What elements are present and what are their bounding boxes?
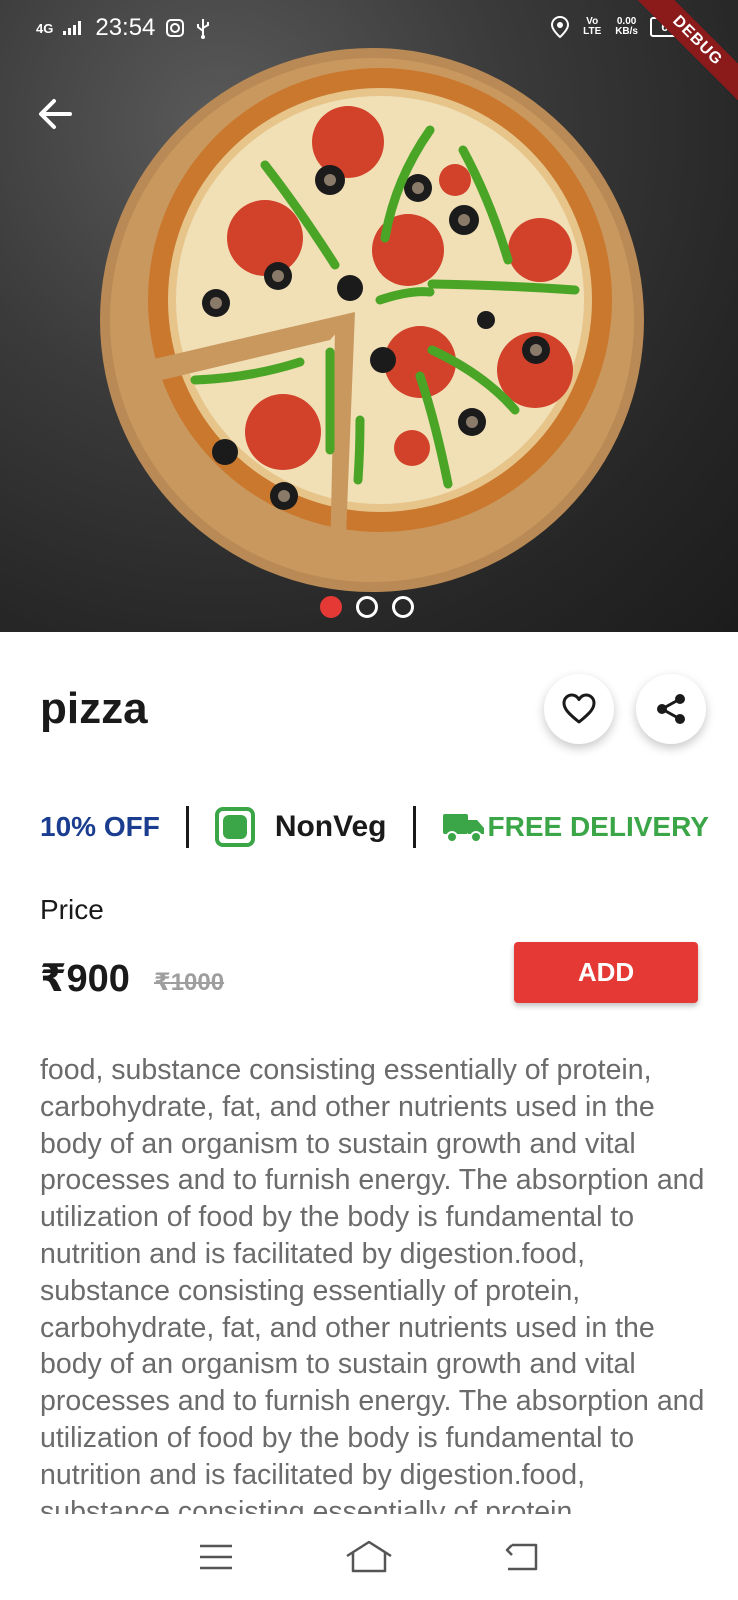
status-time: 23:54 — [95, 14, 156, 41]
price-label: Price — [40, 894, 104, 925]
product-tags: 10% OFF NonVeg FREE DELIVERY — [40, 802, 709, 852]
status-bar: 4G 23:54 Vo LTE 0.00 KB/s DEBUG — [0, 0, 738, 111]
menu-icon — [200, 1544, 233, 1570]
carousel-indicator — [320, 596, 414, 618]
current-price: ₹900 — [40, 958, 130, 1000]
carousel-dot[interactable] — [320, 596, 342, 618]
system-nav-bar — [0, 1514, 738, 1600]
original-price: ₹1000 — [154, 969, 225, 996]
heart-icon — [562, 693, 596, 724]
network-indicator: 4G — [36, 20, 54, 36]
back-icon — [505, 1543, 537, 1571]
instagram-icon — [166, 19, 185, 37]
divider — [412, 806, 416, 848]
carousel-dot[interactable] — [356, 596, 378, 618]
add-to-cart-button[interactable]: ADD — [514, 942, 698, 1003]
home-icon — [346, 1540, 392, 1573]
signal-icon — [63, 21, 82, 35]
favorite-button[interactable] — [544, 674, 614, 744]
back-button[interactable] — [34, 92, 78, 136]
nav-home-button[interactable] — [341, 1535, 397, 1579]
nav-menu-button[interactable] — [188, 1535, 244, 1579]
product-image-carousel[interactable]: 4G 23:54 Vo LTE 0.00 KB/s DEBUG — [0, 0, 738, 632]
network-speed-unit: KB/s — [615, 26, 638, 37]
location-icon — [551, 16, 570, 38]
nonveg-indicator-icon — [214, 807, 255, 847]
share-button[interactable] — [636, 674, 706, 744]
food-type-label: NonVeg — [274, 810, 387, 843]
usb-icon — [197, 19, 210, 39]
pizza-image — [100, 48, 644, 592]
volte-indicator: Vo LTE — [583, 16, 602, 37]
delivery-badge: FREE DELIVERY — [442, 810, 709, 844]
delivery-label: FREE DELIVERY — [487, 811, 709, 842]
share-icon — [657, 694, 685, 724]
product-title: pizza — [40, 684, 148, 733]
description-container[interactable]: food, substance consisting essentially o… — [40, 1052, 708, 1514]
divider — [185, 806, 189, 848]
carousel-dot[interactable] — [392, 596, 414, 618]
product-description: food, substance consisting essentially o… — [40, 1054, 705, 1514]
truck-icon — [442, 814, 484, 843]
nav-back-button[interactable] — [494, 1535, 550, 1579]
discount-badge: 10% OFF — [40, 811, 160, 842]
network-speed: 0.00 KB/s — [615, 17, 638, 37]
arrow-left-icon — [39, 99, 72, 129]
